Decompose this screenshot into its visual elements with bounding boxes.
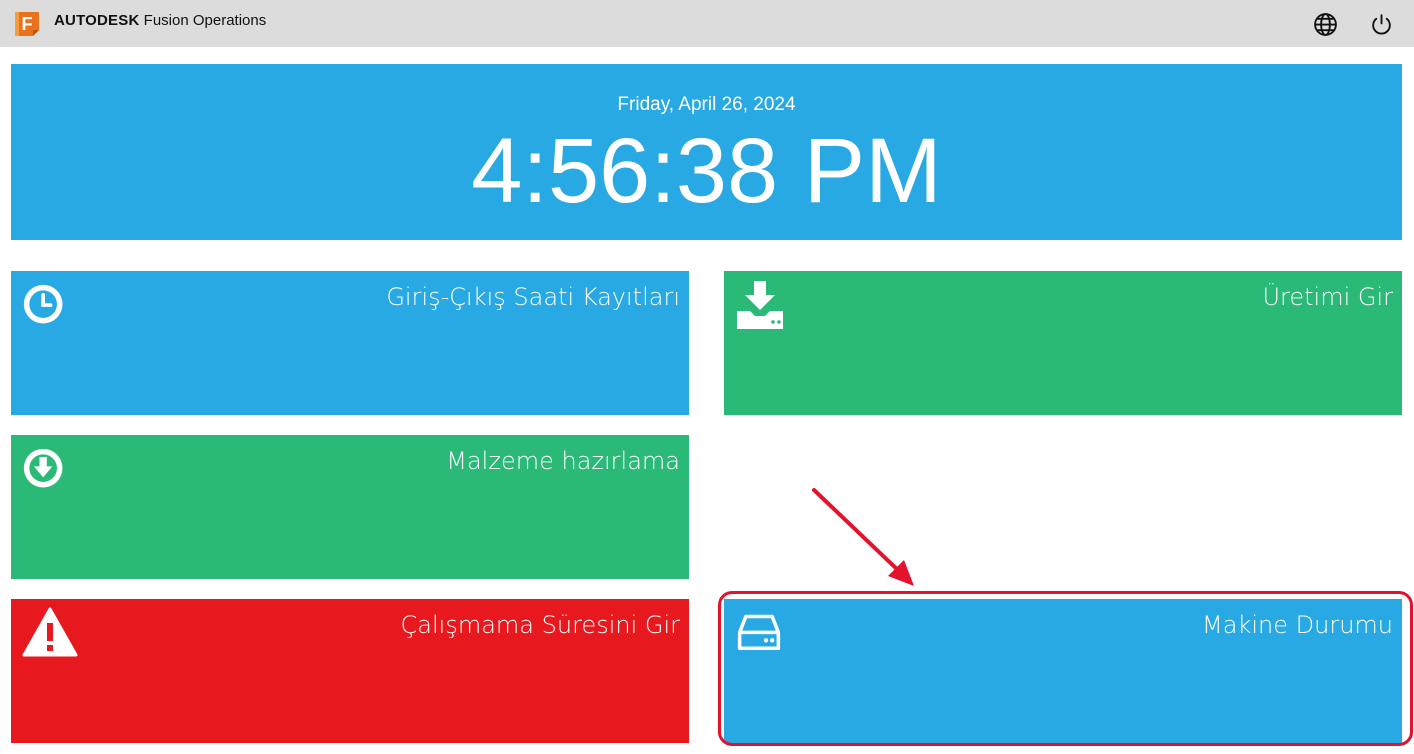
tile-label: Makine Durumu [1202,611,1393,639]
fusion-logo-icon: F [15,12,39,36]
clock-icon [23,284,63,324]
annotation-arrow-icon [812,488,914,586]
tile-downtime[interactable]: Çalışmama Süresini Gir [11,599,689,743]
tile-label: Malzeme hazırlama [446,447,680,475]
warning-icon [22,607,78,657]
tile-material-prep[interactable]: Malzeme hazırlama [11,435,689,579]
download-tray-icon [737,281,783,329]
hard-drive-icon [737,614,781,650]
app-brand: AUTODESK Fusion Operations [54,12,266,29]
power-icon[interactable] [1369,12,1394,37]
current-time: 4:56:38 PM [471,120,942,222]
tile-label: Giriş-Çıkış Saati Kayıtları [386,283,680,311]
brand-autodesk: AUTODESK [54,12,140,29]
tile-enter-production[interactable]: Üretimi Gir [724,271,1402,415]
tile-label: Çalışmama Süresini Gir [400,611,680,639]
current-date: Friday, April 26, 2024 [617,94,796,115]
tile-machine-status[interactable]: Makine Durumu [724,599,1402,743]
tile-label: Üretimi Gir [1262,283,1393,311]
clock-panel: Friday, April 26, 2024 4:56:38 PM [11,64,1402,240]
arrow-down-circle-icon [23,448,63,488]
svg-text:F: F [22,14,33,34]
top-bar: F AUTODESK Fusion Operations [0,0,1414,47]
tile-time-records[interactable]: Giriş-Çıkış Saati Kayıtları [11,271,689,415]
globe-icon[interactable] [1313,12,1338,37]
brand-product: Fusion Operations [143,12,267,29]
